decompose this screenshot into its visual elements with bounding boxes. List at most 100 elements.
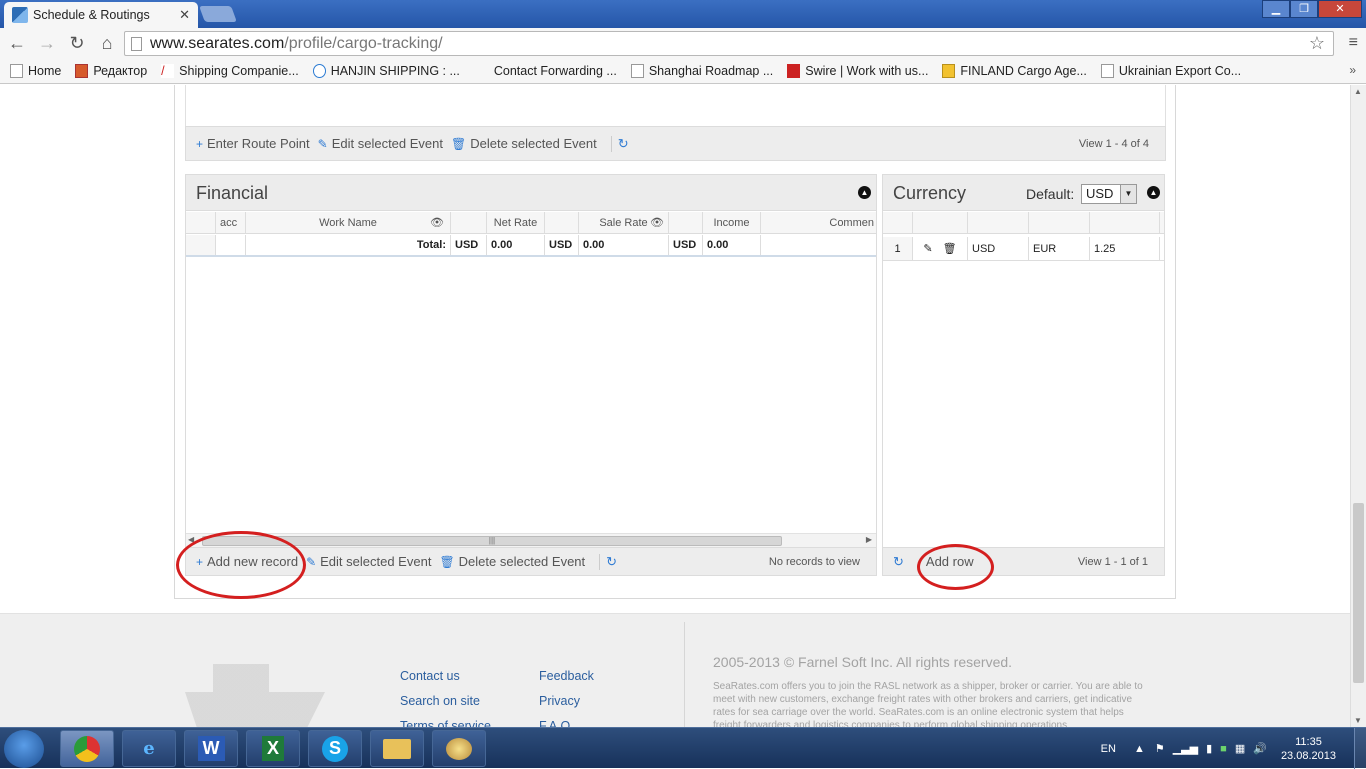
address-bar[interactable]: www.searates.com/profile/cargo-tracking/… xyxy=(124,31,1334,56)
scroll-thumb[interactable] xyxy=(1353,503,1364,683)
new-tab-button[interactable] xyxy=(199,6,237,22)
site-favicon-icon xyxy=(12,7,28,23)
minimize-icon[interactable]: ▁ xyxy=(1262,0,1290,18)
bookmark-home[interactable]: Home xyxy=(10,63,61,78)
page-scrollbar[interactable]: ▲ ▼ xyxy=(1350,85,1366,727)
reload-icon[interactable]: ↻ xyxy=(64,33,90,54)
delete-event-button[interactable]: 🗑 Delete selected Event xyxy=(439,554,585,569)
ship-logo-icon xyxy=(185,664,325,727)
currency-panel: Currency Default: USD ▼ ▲ 1 ✎ 🗑 USD EUR … xyxy=(882,174,1165,576)
ie-taskbar-icon[interactable]: e xyxy=(122,730,176,767)
edit-event-button[interactable]: ✎ Edit selected Event xyxy=(306,554,431,569)
clock[interactable]: 11:35 23.08.2013 xyxy=(1281,735,1336,763)
back-arrow-icon[interactable]: ← xyxy=(4,33,30,54)
currency-from: USD xyxy=(968,237,1029,260)
bookmark-shipping-companies[interactable]: / Shipping Companie... xyxy=(161,63,299,78)
puzzle-icon xyxy=(75,63,89,78)
refresh-icon[interactable]: ↻ xyxy=(893,554,904,570)
default-currency-select[interactable]: USD ▼ xyxy=(1081,184,1137,204)
pencil-icon[interactable]: ✎ xyxy=(923,242,932,255)
col-work-name[interactable]: Work Name 👁 xyxy=(246,212,451,233)
pencil-icon: ✎ xyxy=(306,554,317,569)
total-net-currency: USD xyxy=(451,235,487,255)
scroll-right-icon[interactable]: ▶ xyxy=(866,535,872,544)
clock-time: 11:35 xyxy=(1295,735,1322,748)
refresh-icon[interactable]: ↻ xyxy=(618,136,629,152)
language-indicator[interactable]: EN xyxy=(1101,743,1116,755)
tab-title: Schedule & Routings xyxy=(33,8,150,22)
device-icon[interactable]: ▮ xyxy=(1206,742,1212,755)
financial-header: acc Work Name 👁 Net Rate Sale Rate 👁 Incom… xyxy=(186,212,876,234)
more-bookmarks-icon[interactable]: » xyxy=(1349,63,1356,77)
show-desktop-button[interactable] xyxy=(1354,728,1366,769)
col-acc[interactable]: acc xyxy=(216,212,246,233)
pen-icon: / xyxy=(161,63,175,78)
col-comment[interactable]: Commen xyxy=(761,212,878,233)
browser-tab[interactable]: Schedule & Routings ✕ xyxy=(4,2,198,28)
footer-link-feedback[interactable]: Feedback xyxy=(539,669,594,683)
footer-link-privacy[interactable]: Privacy xyxy=(539,694,580,708)
bookmark-swire[interactable]: Swire | Work with us... xyxy=(787,63,928,78)
menu-icon[interactable]: ≡ xyxy=(1349,34,1358,52)
scroll-up-icon[interactable]: ▲ xyxy=(1354,87,1362,96)
volume-icon[interactable]: 🔊 xyxy=(1253,742,1267,755)
bookmark-editor[interactable]: Редактор xyxy=(75,63,147,78)
skype-taskbar-icon[interactable]: S xyxy=(308,730,362,767)
system-tray: EN ▲ ⚑ ▁▃▅ ▮ ■ ▦ 🔊 11:35 23.08.2013 xyxy=(1101,728,1366,769)
bookmark-star-icon[interactable]: ☆ xyxy=(1309,33,1325,54)
col-net-rate[interactable]: Net Rate xyxy=(487,212,545,233)
total-income-value: 0.00 xyxy=(703,235,761,255)
network-icon[interactable]: ▦ xyxy=(1235,742,1245,755)
currency-header xyxy=(883,212,1164,234)
tray-expand-icon[interactable]: ▲ xyxy=(1134,743,1145,755)
collapse-icon[interactable]: ▲ xyxy=(1147,186,1160,199)
footer-link-search[interactable]: Search on site xyxy=(400,694,480,708)
bookmark-hanjin[interactable]: HANJIN SHIPPING : ... xyxy=(312,63,460,78)
signal-icon[interactable]: ▁▃▅ xyxy=(1173,742,1198,755)
table-row[interactable]: 1 ✎ 🗑 USD EUR 1.25 xyxy=(883,237,1164,261)
refresh-icon[interactable]: ↻ xyxy=(606,554,617,570)
col-income[interactable]: Income xyxy=(703,212,761,233)
footer-link-faq[interactable]: F.A.Q. xyxy=(539,719,574,727)
trash-icon: 🗑 xyxy=(439,554,455,569)
paint-taskbar-icon[interactable] xyxy=(432,730,486,767)
edit-event-button[interactable]: ✎ Edit selected Event xyxy=(318,136,443,151)
tab-close-icon[interactable]: ✕ xyxy=(179,7,190,23)
bookmark-finland-cargo[interactable]: FINLAND Cargo Age... xyxy=(942,63,1087,78)
footer-link-terms[interactable]: Terms of service xyxy=(400,719,491,727)
app-tray-icon[interactable]: ■ xyxy=(1220,743,1227,755)
scroll-down-icon[interactable]: ▼ xyxy=(1354,716,1362,725)
flag-icon[interactable]: ⚑ xyxy=(1155,742,1165,755)
window-close-icon[interactable]: ✕ xyxy=(1318,0,1362,18)
forward-arrow-icon[interactable]: → xyxy=(34,33,60,54)
start-button[interactable] xyxy=(4,730,44,768)
maximize-icon[interactable]: ❐ xyxy=(1290,0,1318,18)
col-sale-rate[interactable]: Sale Rate 👁 xyxy=(579,212,669,233)
footer-link-contact[interactable]: Contact us xyxy=(400,669,460,683)
chrome-taskbar-icon[interactable] xyxy=(60,730,114,767)
eye-icon[interactable]: 👁 xyxy=(650,216,664,229)
home-icon[interactable]: ⌂ xyxy=(94,33,120,54)
excel-taskbar-icon[interactable]: X xyxy=(246,730,300,767)
bookmark-contact-forwarding[interactable]: Contact Forwarding ... xyxy=(494,64,617,78)
bookmark-shanghai-roadmap[interactable]: Shanghai Roadmap ... xyxy=(630,63,773,78)
delete-event-button[interactable]: 🗑 Delete selected Event xyxy=(451,136,597,151)
annotation-circle xyxy=(176,531,306,599)
word-taskbar-icon[interactable]: W xyxy=(184,730,238,767)
bookmark-ukrainian-export[interactable]: Ukrainian Export Co... xyxy=(1100,63,1241,78)
eye-icon[interactable]: 👁 xyxy=(430,216,444,229)
enter-route-point-button[interactable]: + Enter Route Point xyxy=(196,136,310,151)
browser-toolbar: ← → ↻ ⌂ www.searates.com/profile/cargo-t… xyxy=(0,28,1366,58)
row-number: 1 xyxy=(883,237,913,260)
windows-taskbar: e W X S EN ▲ ⚑ ▁▃▅ ▮ ■ ▦ 🔊 11:35 23.08.2… xyxy=(0,727,1366,769)
bookmarks-bar: Home Редактор / Shipping Companie... HANJ… xyxy=(0,58,1366,84)
route-pager: View 1 - 4 of 4 xyxy=(1078,137,1149,150)
default-label: Default: xyxy=(1026,186,1075,202)
page-icon xyxy=(630,63,644,78)
page-icon xyxy=(1100,63,1114,78)
house-icon xyxy=(942,63,956,78)
page-content: + Enter Route Point ✎ Edit selected Event … xyxy=(0,85,1350,727)
explorer-taskbar-icon[interactable] xyxy=(370,730,424,767)
trash-icon[interactable]: 🗑 xyxy=(943,242,957,255)
collapse-icon[interactable]: ▲ xyxy=(858,186,871,199)
